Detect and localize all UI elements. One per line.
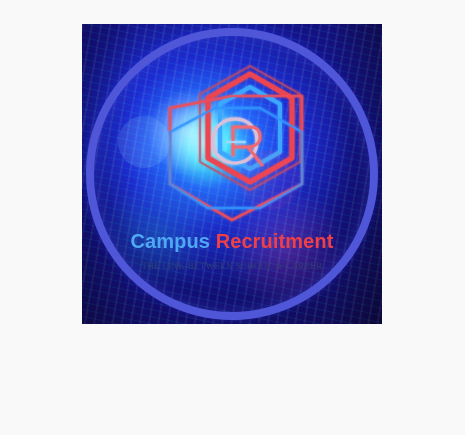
- brand-word-recruitment: Recruitment: [215, 231, 334, 253]
- page: Campus Recruitment THE LINK BETWEEN SCHO…: [0, 0, 465, 435]
- brand-tagline: THE LINK BETWEEN SCHOOL & CAREER: [141, 261, 323, 271]
- hexagon-logo-icon: [118, 65, 304, 222]
- brand-word-campus: Campus: [130, 231, 211, 253]
- logo-image: Campus Recruitment THE LINK BETWEEN SCHO…: [82, 24, 382, 324]
- brand-title: Campus Recruitment: [82, 230, 382, 254]
